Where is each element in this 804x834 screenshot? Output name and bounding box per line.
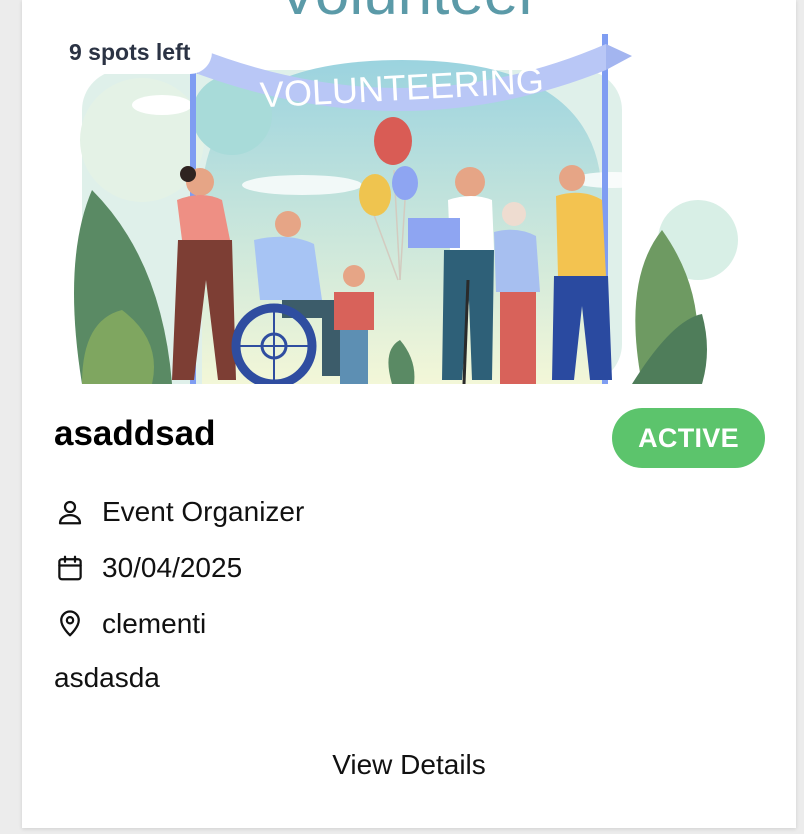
event-image: Volunteer VOLUNTEERING	[22, 0, 796, 384]
person-icon	[54, 496, 86, 528]
map-pin-icon	[54, 608, 86, 640]
organizer-row: Event Organizer	[54, 492, 304, 532]
view-details-button[interactable]: View Details	[22, 740, 796, 790]
date-text: 30/04/2025	[102, 552, 243, 583]
spots-left-badge: 9 spots left	[54, 30, 213, 74]
event-card: Volunteer VOLUNTEERING	[22, 0, 796, 828]
date-row: 30/04/2025	[54, 548, 242, 588]
event-description: asdasda	[54, 662, 160, 693]
calendar-icon	[54, 552, 86, 584]
location-text: clementi	[102, 608, 207, 639]
top-word: Volunteer	[277, 0, 539, 28]
status-badge: ACTIVE	[612, 408, 765, 468]
location-row: clementi	[54, 604, 206, 644]
organizer-text: Event Organizer	[102, 496, 305, 527]
event-title: asaddsad	[54, 414, 216, 453]
